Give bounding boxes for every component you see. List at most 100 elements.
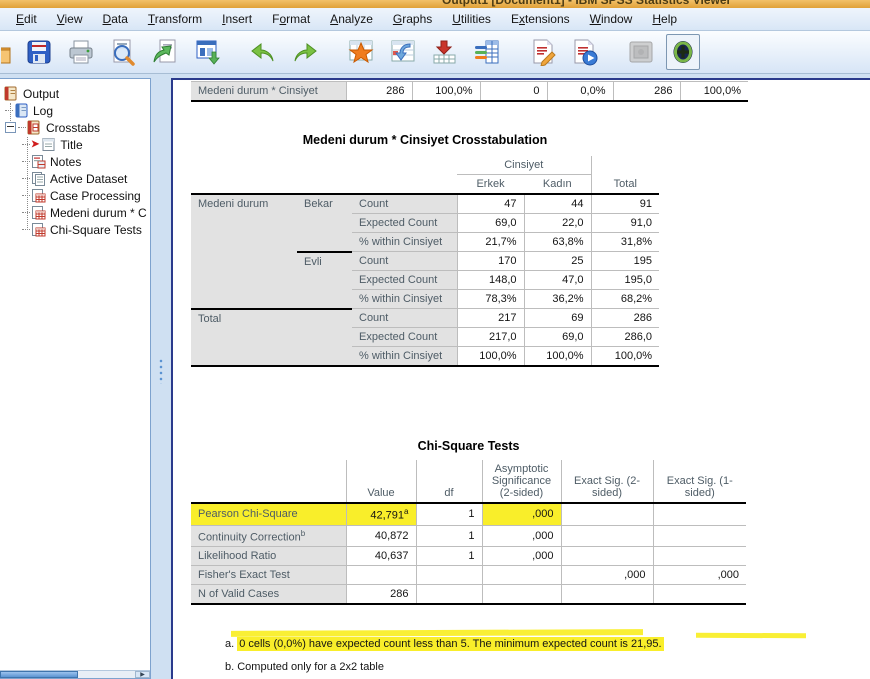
pane-splitter[interactable] — [151, 78, 171, 679]
menu-item-transform[interactable]: Transform — [138, 10, 212, 28]
menu-item-format[interactable]: Format — [262, 10, 320, 28]
sidebar-item-label: Active Dataset — [50, 172, 127, 186]
chi-square-body: Pearson Chi-Square42,791a1,000Continuity… — [191, 503, 746, 604]
footnote-text: 0 cells (0,0%) have expected count less … — [237, 637, 663, 651]
export-output-icon[interactable] — [148, 34, 182, 70]
col-group-header: Cinsiyet — [457, 156, 591, 175]
crosstab-body: Medeni durumBekarCount474491Expected Cou… — [191, 194, 659, 366]
recall-dialogs-icon[interactable] — [190, 34, 224, 70]
test-row-label: Continuity Correctionb — [191, 525, 346, 547]
chi-square-value-cell — [482, 585, 561, 605]
tree-connector-stub — [22, 229, 30, 231]
sidebar-item-active-dataset[interactable]: Active Dataset — [0, 170, 150, 187]
scrollbar-right-arrow-icon[interactable]: ▶ — [135, 671, 150, 678]
case-processing-row-label: Medeni durum * Cinsiyet — [191, 82, 346, 102]
sidebar-item-medeni-durum-c[interactable]: Medeni durum * C — [0, 204, 150, 221]
variables-icon[interactable] — [470, 34, 504, 70]
main-split-area: OutputLogCrosstabs➤TitleNotes Active Data… — [0, 74, 870, 679]
chi-square-value-cell: 40,637 — [346, 547, 416, 566]
chi-square-value-cell — [653, 547, 746, 566]
footnote-marker: b. — [225, 661, 237, 673]
active-dataset-icon — [31, 171, 46, 186]
column-header: Exact Sig. (2-sided) — [561, 460, 653, 503]
case-processing-summary-table[interactable]: Medeni durum * Cinsiyet286100,0%00,0%286… — [191, 81, 748, 102]
menu-item-analyze[interactable]: Analyze — [320, 10, 383, 28]
redo-icon[interactable] — [288, 34, 322, 70]
sidebar-item-case-processing[interactable]: Case Processing — [0, 187, 150, 204]
highlighter-stroke — [696, 633, 806, 639]
collapse-expander-icon[interactable] — [5, 122, 16, 133]
designate-window-icon[interactable] — [666, 34, 700, 70]
sidebar-item-label: Case Processing — [50, 189, 141, 203]
crosstab-value-cell: 100,0% — [524, 347, 591, 367]
menu-item-window[interactable]: Window — [580, 10, 643, 28]
outline-tree: OutputLogCrosstabs➤TitleNotes Active Data… — [0, 79, 150, 238]
sidebar-item-crosstabs[interactable]: Crosstabs — [0, 119, 150, 136]
tree-connector-stub — [18, 127, 26, 129]
chi-square-value-cell: 42,791a — [346, 503, 416, 525]
chi-square-value-cell — [416, 585, 482, 605]
menu-item-insert[interactable]: Insert — [212, 10, 262, 28]
column-header: Kadın — [524, 175, 591, 195]
crosstab-header: CinsiyetTotalErkekKadın — [191, 156, 659, 194]
outline-horizontal-scrollbar[interactable]: ▶ — [0, 670, 150, 678]
table-row: Likelihood Ratio40,6371,000 — [191, 547, 746, 566]
print-preview-icon[interactable] — [106, 34, 140, 70]
tree-connector-stub — [22, 212, 30, 214]
goto-data-icon[interactable] — [344, 34, 378, 70]
sidebar-item-notes[interactable]: Notes — [0, 153, 150, 170]
crosstab-value-cell: 195 — [591, 252, 659, 271]
chi-square-value-cell: ,000 — [482, 547, 561, 566]
window-title: Output1 [Document1] - IBM SPSS Statistic… — [442, 0, 731, 7]
goto-case-icon[interactable] — [386, 34, 420, 70]
tree-connector-stub — [22, 195, 30, 197]
chi-square-value-cell: 286 — [346, 585, 416, 605]
table-row: Continuity Correctionb40,8721,000 — [191, 525, 746, 547]
run-script-icon[interactable] — [568, 34, 602, 70]
test-row-label: Pearson Chi-Square — [191, 503, 346, 525]
chi-square-value-cell — [653, 525, 746, 547]
chi-square-header: ValuedfAsymptotic Significance (2-sided)… — [191, 460, 746, 503]
undo-icon[interactable] — [246, 34, 280, 70]
menu-item-view[interactable]: View — [47, 10, 93, 28]
menu-item-utilities[interactable]: Utilities — [442, 10, 501, 28]
crosstabulation-table[interactable]: CinsiyetTotalErkekKadınMedeni durumBekar… — [191, 156, 659, 367]
chi-square-value-cell: 40,872 — [346, 525, 416, 547]
print-icon[interactable] — [64, 34, 98, 70]
column-header: Erkek — [457, 175, 524, 195]
sidebar-item-log[interactable]: Log — [0, 102, 150, 119]
menu-item-graphs[interactable]: Graphs — [383, 10, 442, 28]
chi-square-value-cell — [653, 585, 746, 605]
toolbar — [0, 31, 870, 74]
menu-item-data[interactable]: Data — [93, 10, 138, 28]
use-sets-icon[interactable] — [526, 34, 560, 70]
activate-window-icon[interactable] — [624, 34, 658, 70]
sidebar-item-chi-square-tests[interactable]: Chi-Square Tests — [0, 221, 150, 238]
output-content-pane: Medeni durum * Cinsiyet286100,0%00,0%286… — [171, 78, 870, 679]
open-file-icon[interactable] — [0, 34, 14, 70]
row-dimension-label: Medeni durum — [191, 194, 297, 309]
splitter-grip-icon[interactable] — [159, 358, 163, 384]
sidebar-item-title[interactable]: ➤Title — [0, 136, 150, 153]
tree-connector-stub — [22, 178, 30, 180]
goto-variable-icon[interactable] — [428, 34, 462, 70]
chi-square-value-cell — [346, 566, 416, 585]
test-row-label: Likelihood Ratio — [191, 547, 346, 566]
outline-pane: OutputLogCrosstabs➤TitleNotes Active Data… — [0, 78, 151, 679]
crosstab-value-cell: 69 — [524, 309, 591, 328]
crosstab-value-cell: 68,2% — [591, 290, 659, 309]
crosstab-value-cell: 25 — [524, 252, 591, 271]
chi-square-value-cell — [561, 525, 653, 547]
menu-item-extensions[interactable]: Extensions — [501, 10, 580, 28]
save-icon[interactable] — [22, 34, 56, 70]
sidebar-item-output[interactable]: Output — [0, 85, 150, 102]
crosstab-value-cell: 47 — [457, 194, 524, 214]
test-row-label: Fisher's Exact Test — [191, 566, 346, 585]
row-statistic-label: Count — [352, 194, 457, 214]
chi-square-tests-table[interactable]: ValuedfAsymptotic Significance (2-sided)… — [191, 460, 746, 605]
table-row: ValuedfAsymptotic Significance (2-sided)… — [191, 460, 746, 503]
menu-item-edit[interactable]: Edit — [6, 10, 47, 28]
crosstab-value-cell: 286 — [591, 309, 659, 328]
scrollbar-thumb[interactable] — [0, 671, 78, 678]
menu-item-help[interactable]: Help — [642, 10, 687, 28]
